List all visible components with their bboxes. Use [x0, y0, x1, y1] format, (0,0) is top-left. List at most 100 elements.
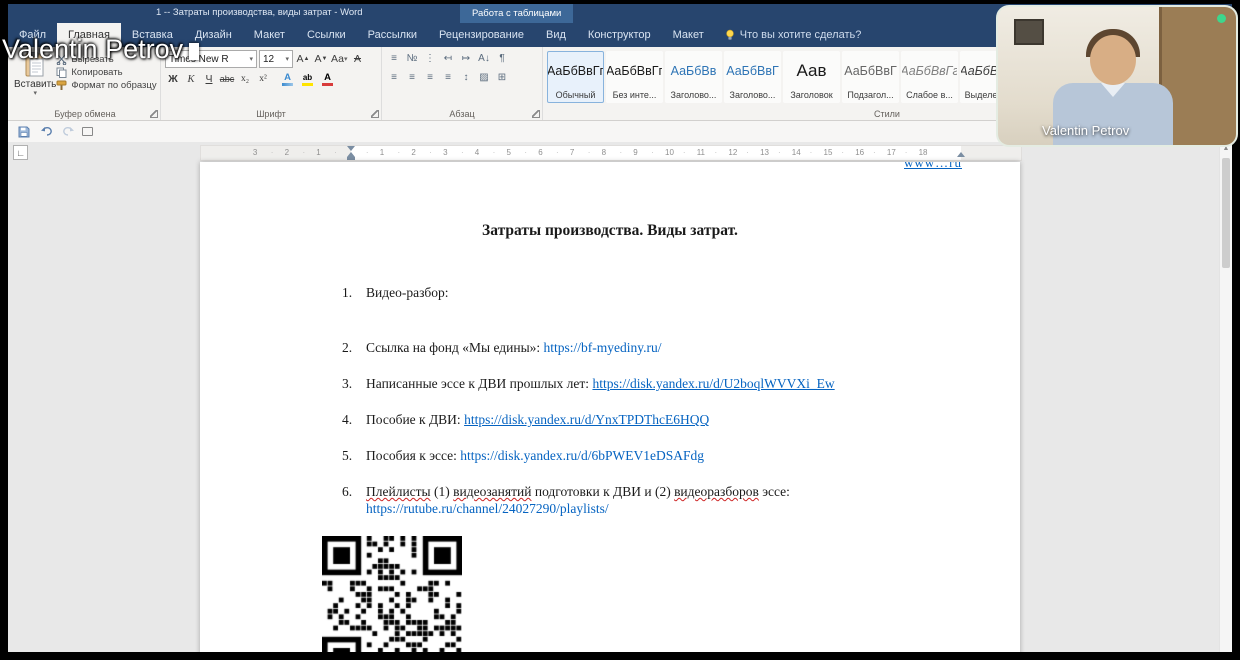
borders-icon[interactable]: ⊞: [494, 69, 510, 85]
decrease-indent-icon[interactable]: ↤: [440, 50, 456, 66]
save-button[interactable]: [16, 125, 32, 139]
style-card[interactable]: АаБбВв Заголово...: [665, 51, 722, 103]
multilevel-list-icon[interactable]: ⋮: [422, 50, 438, 66]
style-card[interactable]: АаБбВвГ Заголово...: [724, 51, 781, 103]
ruler-mark: ·: [492, 148, 496, 157]
shading-icon[interactable]: ▨: [476, 69, 492, 85]
ruler-mark: ·: [873, 148, 876, 157]
vertical-scrollbar[interactable]: ▲: [1219, 142, 1232, 652]
tab-Рецензирование[interactable]: Рецензирование: [428, 23, 535, 47]
subscript-button[interactable]: х₂: [237, 71, 253, 87]
tab-Конструктор[interactable]: Конструктор: [577, 23, 662, 47]
font-size-combobox[interactable]: 12 ▾: [259, 50, 293, 68]
list-number: 3.: [342, 376, 353, 391]
webcam-person-face: [1090, 35, 1136, 85]
style-card[interactable]: Аав Заголовок: [783, 51, 840, 103]
scrollbar-thumb[interactable]: [1222, 158, 1230, 268]
horizontal-ruler[interactable]: 1 · 2 · 3 · 4 · 5 · 6 · 7 · 8 · 9 · 10 · 11 · 12 · 13 · 14 · 15 · 16 · 1…: [200, 145, 1022, 161]
list-text: Ссылка на фонд «Мы едины»:: [366, 340, 544, 355]
paste-label: Вставить: [14, 79, 57, 90]
hyperlink[interactable]: https://disk.yandex.ru/d/6bPWEV1eDSAFdg: [460, 448, 704, 463]
pilcrow-icon[interactable]: ¶: [494, 50, 510, 66]
tab-Ссылки[interactable]: Ссылки: [296, 23, 357, 47]
tab-stop-selector[interactable]: ∟: [13, 145, 28, 160]
tab-Макет[interactable]: Макет: [662, 23, 715, 47]
presenter-name-overlay: Valentin Petrov: [2, 34, 199, 65]
dialog-launcher-icon[interactable]: [150, 110, 158, 118]
status-dot: [1217, 14, 1226, 23]
clear-formatting-button[interactable]: А: [349, 51, 365, 67]
ruler-mark: ·: [556, 148, 559, 157]
align-center-icon[interactable]: ≡: [404, 69, 420, 85]
style-card[interactable]: АаБбВвГг Обычный: [547, 51, 604, 103]
underline-button[interactable]: Ч: [201, 71, 217, 87]
grow-font-button[interactable]: А ▲: [295, 51, 311, 67]
justify-icon[interactable]: ≡: [440, 69, 456, 85]
hyperlink[interactable]: https://bf-myediny.ru/: [544, 340, 662, 355]
hyperlink[interactable]: https://rutube.ru/channel/24027290/playl…: [366, 501, 609, 516]
sort-icon[interactable]: А↓: [476, 50, 492, 66]
ruler-mark: ·: [397, 148, 401, 157]
hyperlink[interactable]: https://disk.yandex.ru/d/U2boqlWVVXi_Ew: [592, 376, 834, 391]
left-indent-marker[interactable]: [347, 157, 355, 160]
webcam-name-label: Valentin Petrov: [1042, 123, 1130, 138]
highlight-color-button[interactable]: ab: [299, 71, 316, 87]
qat-customize-button[interactable]: [82, 127, 93, 136]
qr-code: [322, 536, 462, 652]
list-item: 2. Ссылка на фонд «Мы едины»: https://bf-…: [342, 339, 960, 356]
align-right-icon[interactable]: ≡: [422, 69, 438, 85]
tell-me-box[interactable]: Что вы хотите сделать?: [725, 23, 861, 47]
list-text: Пособие к ДВИ:: [366, 412, 465, 427]
ruler-mark: ·: [429, 148, 432, 157]
dialog-launcher-icon[interactable]: [532, 110, 540, 118]
ruler-mark: ·: [651, 148, 654, 157]
align-left-icon[interactable]: ≡: [386, 69, 402, 85]
style-card[interactable]: АаБбВвГг Без инте...: [606, 51, 663, 103]
line-spacing-icon[interactable]: ↕: [458, 69, 474, 85]
numbered-list-icon[interactable]: №: [404, 50, 420, 66]
brush-icon: [56, 80, 67, 90]
ruler-mark: 13: [760, 148, 769, 157]
ruler-mark: 14: [791, 148, 801, 157]
ruler-mark: ·: [809, 148, 813, 157]
strikethrough-button[interactable]: abc: [219, 71, 235, 87]
tab-Вид[interactable]: Вид: [535, 23, 577, 47]
ruler-mark: ·: [841, 148, 845, 157]
list-number: 2.: [342, 340, 353, 355]
style-card[interactable]: АаБбВвГ Подзагол...: [842, 51, 899, 103]
style-card[interactable]: АаБбВвГг Слабое в...: [901, 51, 958, 103]
hyperlink[interactable]: https://disk.yandex.ru/d/YnxTPDThcE6HQQ: [464, 412, 709, 427]
increase-indent-icon[interactable]: ↦: [458, 50, 474, 66]
redo-button[interactable]: [60, 125, 76, 139]
undo-button[interactable]: [38, 125, 54, 139]
copy-label: Копировать: [71, 67, 123, 78]
tab-Макет[interactable]: Макет: [243, 23, 296, 47]
tab-Рассылки[interactable]: Рассылки: [357, 23, 428, 47]
right-indent-marker[interactable]: [957, 152, 965, 157]
clipped-hyperlink[interactable]: www…ru: [904, 162, 962, 171]
format-painter-button[interactable]: Формат по образцу: [56, 80, 157, 91]
bullet-list-icon[interactable]: ≡: [386, 50, 402, 66]
dialog-launcher-icon[interactable]: [371, 110, 379, 118]
first-line-indent-marker[interactable]: [347, 146, 355, 151]
text-effects-button[interactable]: А: [279, 71, 296, 87]
contextual-tab-group[interactable]: Работа с таблицами: [460, 4, 574, 23]
font-color-button[interactable]: А: [319, 71, 336, 87]
ruler-mark: 15: [823, 148, 833, 157]
bold-button[interactable]: Ж: [165, 71, 181, 87]
document-page[interactable]: www…ru Затраты производства. Виды затрат…: [200, 162, 1020, 652]
change-case-button[interactable]: Аа ▾: [331, 51, 347, 67]
document-title: Затраты производства. Виды затрат.: [482, 222, 738, 239]
superscript-button[interactable]: х²: [255, 71, 271, 87]
ruler-mark: ·: [302, 148, 306, 157]
ruler-mark: 1: [379, 148, 385, 157]
list-text: подготовки к ДВИ и (2): [531, 484, 675, 499]
ruler-mark: ·: [746, 148, 749, 157]
copy-button[interactable]: Копировать: [56, 67, 156, 78]
chevron-down-icon: ▾: [33, 90, 37, 97]
italic-button[interactable]: К: [183, 71, 199, 87]
webcam-overlay[interactable]: Valentin Petrov: [996, 5, 1238, 147]
ruler-mark: 5: [506, 148, 511, 157]
shrink-font-button[interactable]: А ▼: [313, 51, 329, 67]
font-toggle-buttons: Ж К Чabc х₂ х²: [165, 71, 377, 87]
